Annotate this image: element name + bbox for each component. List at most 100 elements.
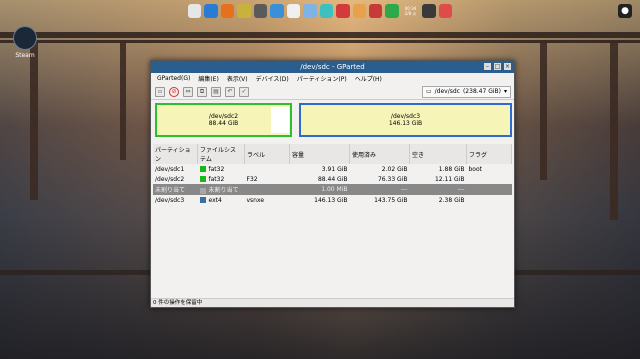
delete-partition-icon[interactable]: ⊘ <box>169 86 179 97</box>
dock-app-icon[interactable] <box>270 4 284 18</box>
dock-app-icon[interactable] <box>368 4 383 18</box>
notification-icon[interactable]: ● <box>618 4 632 18</box>
window-title: /dev/sdc - GParted <box>300 63 365 71</box>
table-row[interactable]: /dev/sdc3 ext4 vsnxe 146.13 GiB 143.75 GiB 2.… <box>153 195 512 205</box>
column-filesystem[interactable]: ファイルシステム <box>197 144 245 164</box>
cell-filesystem-text: ext4 <box>208 196 222 204</box>
cell-filesystem: fat32 <box>198 174 245 184</box>
menu-gparted[interactable]: GParted(G) <box>157 75 190 82</box>
filesystem-color-swatch <box>199 197 206 203</box>
copy-icon[interactable]: ⧉ <box>197 86 207 97</box>
dock-app-icon[interactable] <box>204 4 218 18</box>
cell-partition: /dev/sdc1 <box>153 164 198 174</box>
paste-icon[interactable]: ▤ <box>211 86 221 97</box>
cell-size-text: 1.00 MiB <box>321 186 348 193</box>
dock-app-icon[interactable] <box>319 4 334 18</box>
table-row[interactable]: /dev/sdc1 fat32 3.91 GiB 2.02 GiB 1.88 GiB bo… <box>153 164 512 174</box>
clock-date: 2/8 火 <box>404 11 417 16</box>
minimize-button[interactable]: – <box>484 63 491 70</box>
window-titlebar[interactable]: /dev/sdc - GParted – □ × <box>151 61 514 73</box>
dock-app-icon[interactable] <box>286 4 301 18</box>
column-free[interactable]: 空き <box>409 144 467 164</box>
cell-label <box>244 184 290 195</box>
steam-desktop-icon[interactable]: Steam <box>12 26 38 59</box>
cell-size: 88.44 GiB <box>290 174 350 184</box>
cell-filesystem-text: 未割り当て <box>208 187 239 194</box>
cell-label-text: vsnxe <box>246 196 265 204</box>
dock-app-icon[interactable] <box>438 4 453 18</box>
close-button[interactable]: × <box>504 63 511 70</box>
device-selector[interactable]: ▭ /dev/sdc (238.47 GiB) ▾ <box>421 86 511 98</box>
cell-filesystem: ext4 <box>198 195 245 205</box>
dock-app-icon[interactable] <box>237 4 251 18</box>
menubar: GParted(G) 編集(E) 表示(V) デバイス(D) パーティション(P… <box>151 73 514 84</box>
cell-filesystem-text: fat32 <box>208 165 225 173</box>
cell-free-text: 12.11 GiB <box>434 175 465 183</box>
cell-free-text: 1.88 GiB <box>438 165 465 173</box>
new-partition-icon[interactable]: ▫ <box>155 86 165 97</box>
column-partition[interactable]: パーティション <box>153 144 198 164</box>
column-used[interactable]: 使用済み <box>349 144 410 164</box>
menu-view[interactable]: 表示(V) <box>227 74 248 83</box>
cell-free: 1.88 GiB <box>410 164 467 174</box>
resize-move-icon[interactable]: ⇔ <box>183 86 193 97</box>
cell-free: --- <box>409 184 467 195</box>
cell-partition: 未割り当て <box>153 184 198 195</box>
cell-free: 12.11 GiB <box>410 174 467 184</box>
status-bar: 0 件の操作を保留中 <box>151 298 514 307</box>
cell-label: F32 <box>245 174 290 184</box>
cell-filesystem: 未割り当て <box>197 184 245 195</box>
dock-app-icon[interactable] <box>352 4 366 18</box>
cell-filesystem-text: fat32 <box>208 175 225 183</box>
dock-app-icon[interactable] <box>188 4 202 18</box>
dock-app-icon[interactable] <box>336 4 350 18</box>
cell-size: 3.91 GiB <box>290 164 350 174</box>
steam-label: Steam <box>15 52 35 59</box>
cell-flags <box>467 195 512 205</box>
column-size[interactable]: 容量 <box>289 144 350 164</box>
cell-used: 143.75 GiB <box>350 195 410 205</box>
cell-partition-text: /dev/sdc1 <box>155 165 185 173</box>
free-space-area <box>271 107 289 133</box>
menu-device[interactable]: デバイス(D) <box>256 74 289 83</box>
cell-used-text: 2.02 GiB <box>381 165 408 173</box>
cell-size-text: 88.44 GiB <box>317 175 348 183</box>
cell-partition-text: /dev/sdc3 <box>155 196 185 204</box>
menu-partition[interactable]: パーティション(P) <box>297 74 347 83</box>
table-row[interactable]: /dev/sdc2 fat32 F32 88.44 GiB 76.33 GiB 12.11… <box>153 174 512 184</box>
partition-map-sdc3[interactable]: /dev/sdc3 146.13 GiB <box>299 103 512 137</box>
dock-app-icon[interactable] <box>422 4 436 18</box>
cell-label: vsnxe <box>245 195 290 205</box>
cell-free: 2.38 GiB <box>410 195 467 205</box>
cell-flags <box>466 184 512 195</box>
filesystem-color-swatch <box>199 166 206 172</box>
cell-used: 2.02 GiB <box>350 164 410 174</box>
cell-partition: /dev/sdc2 <box>153 174 198 184</box>
filesystem-color-swatch <box>199 187 206 194</box>
column-label[interactable]: ラベル <box>244 144 290 164</box>
dock-app-icon[interactable] <box>253 4 268 18</box>
cell-used: --- <box>349 184 410 195</box>
cell-label-text: F32 <box>246 175 258 183</box>
menu-help[interactable]: ヘルプ(H) <box>355 74 382 83</box>
cell-used-text: 76.33 GiB <box>377 175 408 183</box>
apply-icon[interactable]: ✓ <box>239 86 249 97</box>
partition-map: /dev/sdc2 88.44 GiB /dev/sdc3 146.13 GiB <box>153 102 512 142</box>
table-row[interactable]: 未割り当て 未割り当て 1.00 MiB --- --- <box>153 184 512 195</box>
menu-edit[interactable]: 編集(E) <box>198 74 218 83</box>
steam-icon <box>13 26 37 50</box>
cell-label <box>245 164 290 174</box>
column-flags[interactable]: フラグ <box>466 144 512 164</box>
bridge-beam <box>0 32 640 38</box>
partition-table: パーティション ファイルシステム ラベル 容量 使用済み 空き フラグ /dev… <box>153 144 512 205</box>
chevron-down-icon: ▾ <box>503 88 507 95</box>
cell-flags <box>467 174 512 184</box>
top-dock: 00:34 2/8 火 <box>188 2 453 20</box>
undo-icon[interactable]: ↶ <box>225 86 235 97</box>
dock-app-icon[interactable] <box>303 4 317 18</box>
dock-app-icon[interactable] <box>220 4 235 18</box>
dock-app-icon[interactable] <box>385 4 399 18</box>
maximize-button[interactable]: □ <box>494 63 501 70</box>
cell-flags-text: boot <box>468 165 483 173</box>
cell-size-text: 146.13 GiB <box>314 196 348 204</box>
